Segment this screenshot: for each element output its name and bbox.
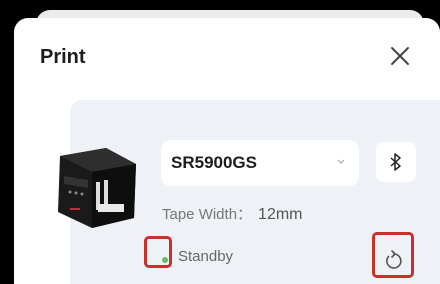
dialog-title: Print — [40, 46, 86, 68]
close-icon — [391, 47, 409, 65]
close-button[interactable] — [386, 42, 414, 70]
print-dialog: Print SR5900GS Tape Width： 12mm Standby — [14, 18, 440, 284]
tape-width-row: Tape Width： 12mm — [162, 203, 303, 224]
bluetooth-button[interactable] — [376, 142, 416, 182]
printer-status: Standby — [178, 248, 234, 265]
tape-width-value: 12mm — [258, 206, 303, 223]
printer-model-value: SR5900GS — [171, 153, 257, 172]
printer-image — [58, 148, 136, 228]
chevron-down-icon — [337, 159, 345, 164]
bluetooth-icon — [390, 153, 401, 171]
status-highlight-box — [144, 236, 172, 268]
refresh-highlight-box — [372, 232, 414, 278]
printer-model-select[interactable]: SR5900GS — [161, 140, 359, 186]
tape-width-label: Tape Width： — [162, 206, 253, 223]
